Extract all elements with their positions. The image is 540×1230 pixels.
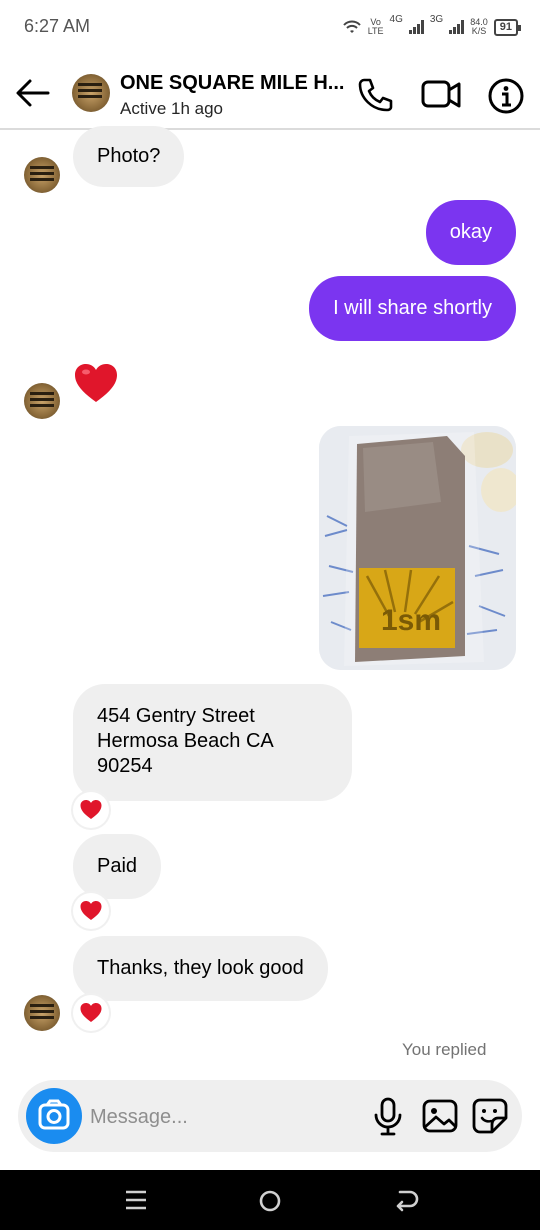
network-label-1: 4G <box>389 14 403 25</box>
message-bubble-incoming[interactable]: Thanks, they look good <box>73 936 328 1001</box>
signal-icon <box>408 20 424 34</box>
nav-back-icon <box>396 1190 419 1212</box>
contact-avatar-small[interactable] <box>24 995 60 1031</box>
contact-status: Active 1h ago <box>120 99 224 118</box>
gallery-icon <box>422 1099 458 1133</box>
phone-icon <box>358 78 393 112</box>
message-text: Thanks, they look good <box>97 957 304 979</box>
info-icon <box>488 78 524 114</box>
address-line: Hermosa Beach CA <box>97 730 274 752</box>
contact-avatar-small[interactable] <box>24 383 60 419</box>
message-text: I will share shortly <box>333 297 492 319</box>
message-bubble-incoming[interactable]: Photo? <box>73 126 185 187</box>
status-icons: Vo LTE 4G 3G 84.0 K/S 91 <box>342 14 522 40</box>
message-bubble-incoming[interactable]: Paid <box>73 834 162 899</box>
heart-icon <box>75 364 117 402</box>
message-bubble-incoming[interactable]: 454 Gentry Street Hermosa Beach CA 90254 <box>73 684 352 801</box>
contact-avatar-small[interactable] <box>24 157 60 193</box>
svg-text:1sm: 1sm <box>381 604 441 637</box>
message-bubble-outgoing[interactable]: I will share shortly <box>309 276 516 341</box>
heart-emoji-message[interactable] <box>73 362 119 406</box>
heart-reaction[interactable] <box>73 995 109 1031</box>
wifi-icon <box>342 20 361 33</box>
nav-back-button[interactable] <box>392 1188 420 1212</box>
contact-name[interactable]: ONE SQUARE MILE H... <box>120 72 344 95</box>
call-button[interactable] <box>356 76 394 114</box>
back-button[interactable] <box>14 76 52 110</box>
heart-reaction[interactable] <box>73 792 109 828</box>
camera-icon <box>38 1099 70 1130</box>
nav-home-button[interactable] <box>258 1189 282 1213</box>
message-composer <box>18 1080 522 1152</box>
chat-header: ONE SQUARE MILE H... Active 1h ago <box>0 56 540 130</box>
message-text: Photo? <box>97 145 161 167</box>
nav-menu-icon <box>126 1190 146 1210</box>
back-arrow-icon <box>16 79 50 107</box>
network-label-2: 3G <box>429 14 444 25</box>
message-text: Paid <box>97 855 138 877</box>
address-line: 454 Gentry Street <box>97 705 255 727</box>
gallery-button[interactable] <box>420 1096 460 1136</box>
volte-indicator: Vo LTE <box>367 17 384 36</box>
signal-icon-2 <box>449 20 465 34</box>
nav-home-icon <box>259 1190 281 1212</box>
message-input[interactable] <box>88 1094 362 1140</box>
heart-icon <box>80 1003 102 1022</box>
info-button[interactable] <box>486 76 526 116</box>
data-speed: 84.0 K/S <box>470 17 488 36</box>
message-bubble-outgoing[interactable]: okay <box>425 200 516 265</box>
message-text: okay <box>449 221 492 243</box>
status-time: 6:27 AM <box>24 16 91 36</box>
video-call-button[interactable] <box>420 76 462 114</box>
nav-menu-button[interactable] <box>124 1189 148 1211</box>
shared-photo: 1sm <box>319 426 516 670</box>
sticker-button[interactable] <box>470 1096 510 1136</box>
heart-icon <box>80 800 102 819</box>
photo-message[interactable]: 1sm <box>319 426 516 670</box>
address-line: 90254 <box>97 755 153 777</box>
system-nav-bar <box>0 1170 540 1230</box>
you-replied-label: You replied <box>402 1040 487 1059</box>
heart-icon <box>80 901 102 920</box>
sticker-icon <box>472 1098 508 1134</box>
camera-button[interactable] <box>26 1088 82 1144</box>
voice-message-button[interactable] <box>370 1096 406 1136</box>
video-camera-icon <box>421 80 461 108</box>
battery-icon: 91 <box>493 18 522 36</box>
heart-reaction[interactable] <box>73 893 109 929</box>
contact-avatar[interactable] <box>72 74 110 112</box>
microphone-icon <box>374 1097 402 1136</box>
